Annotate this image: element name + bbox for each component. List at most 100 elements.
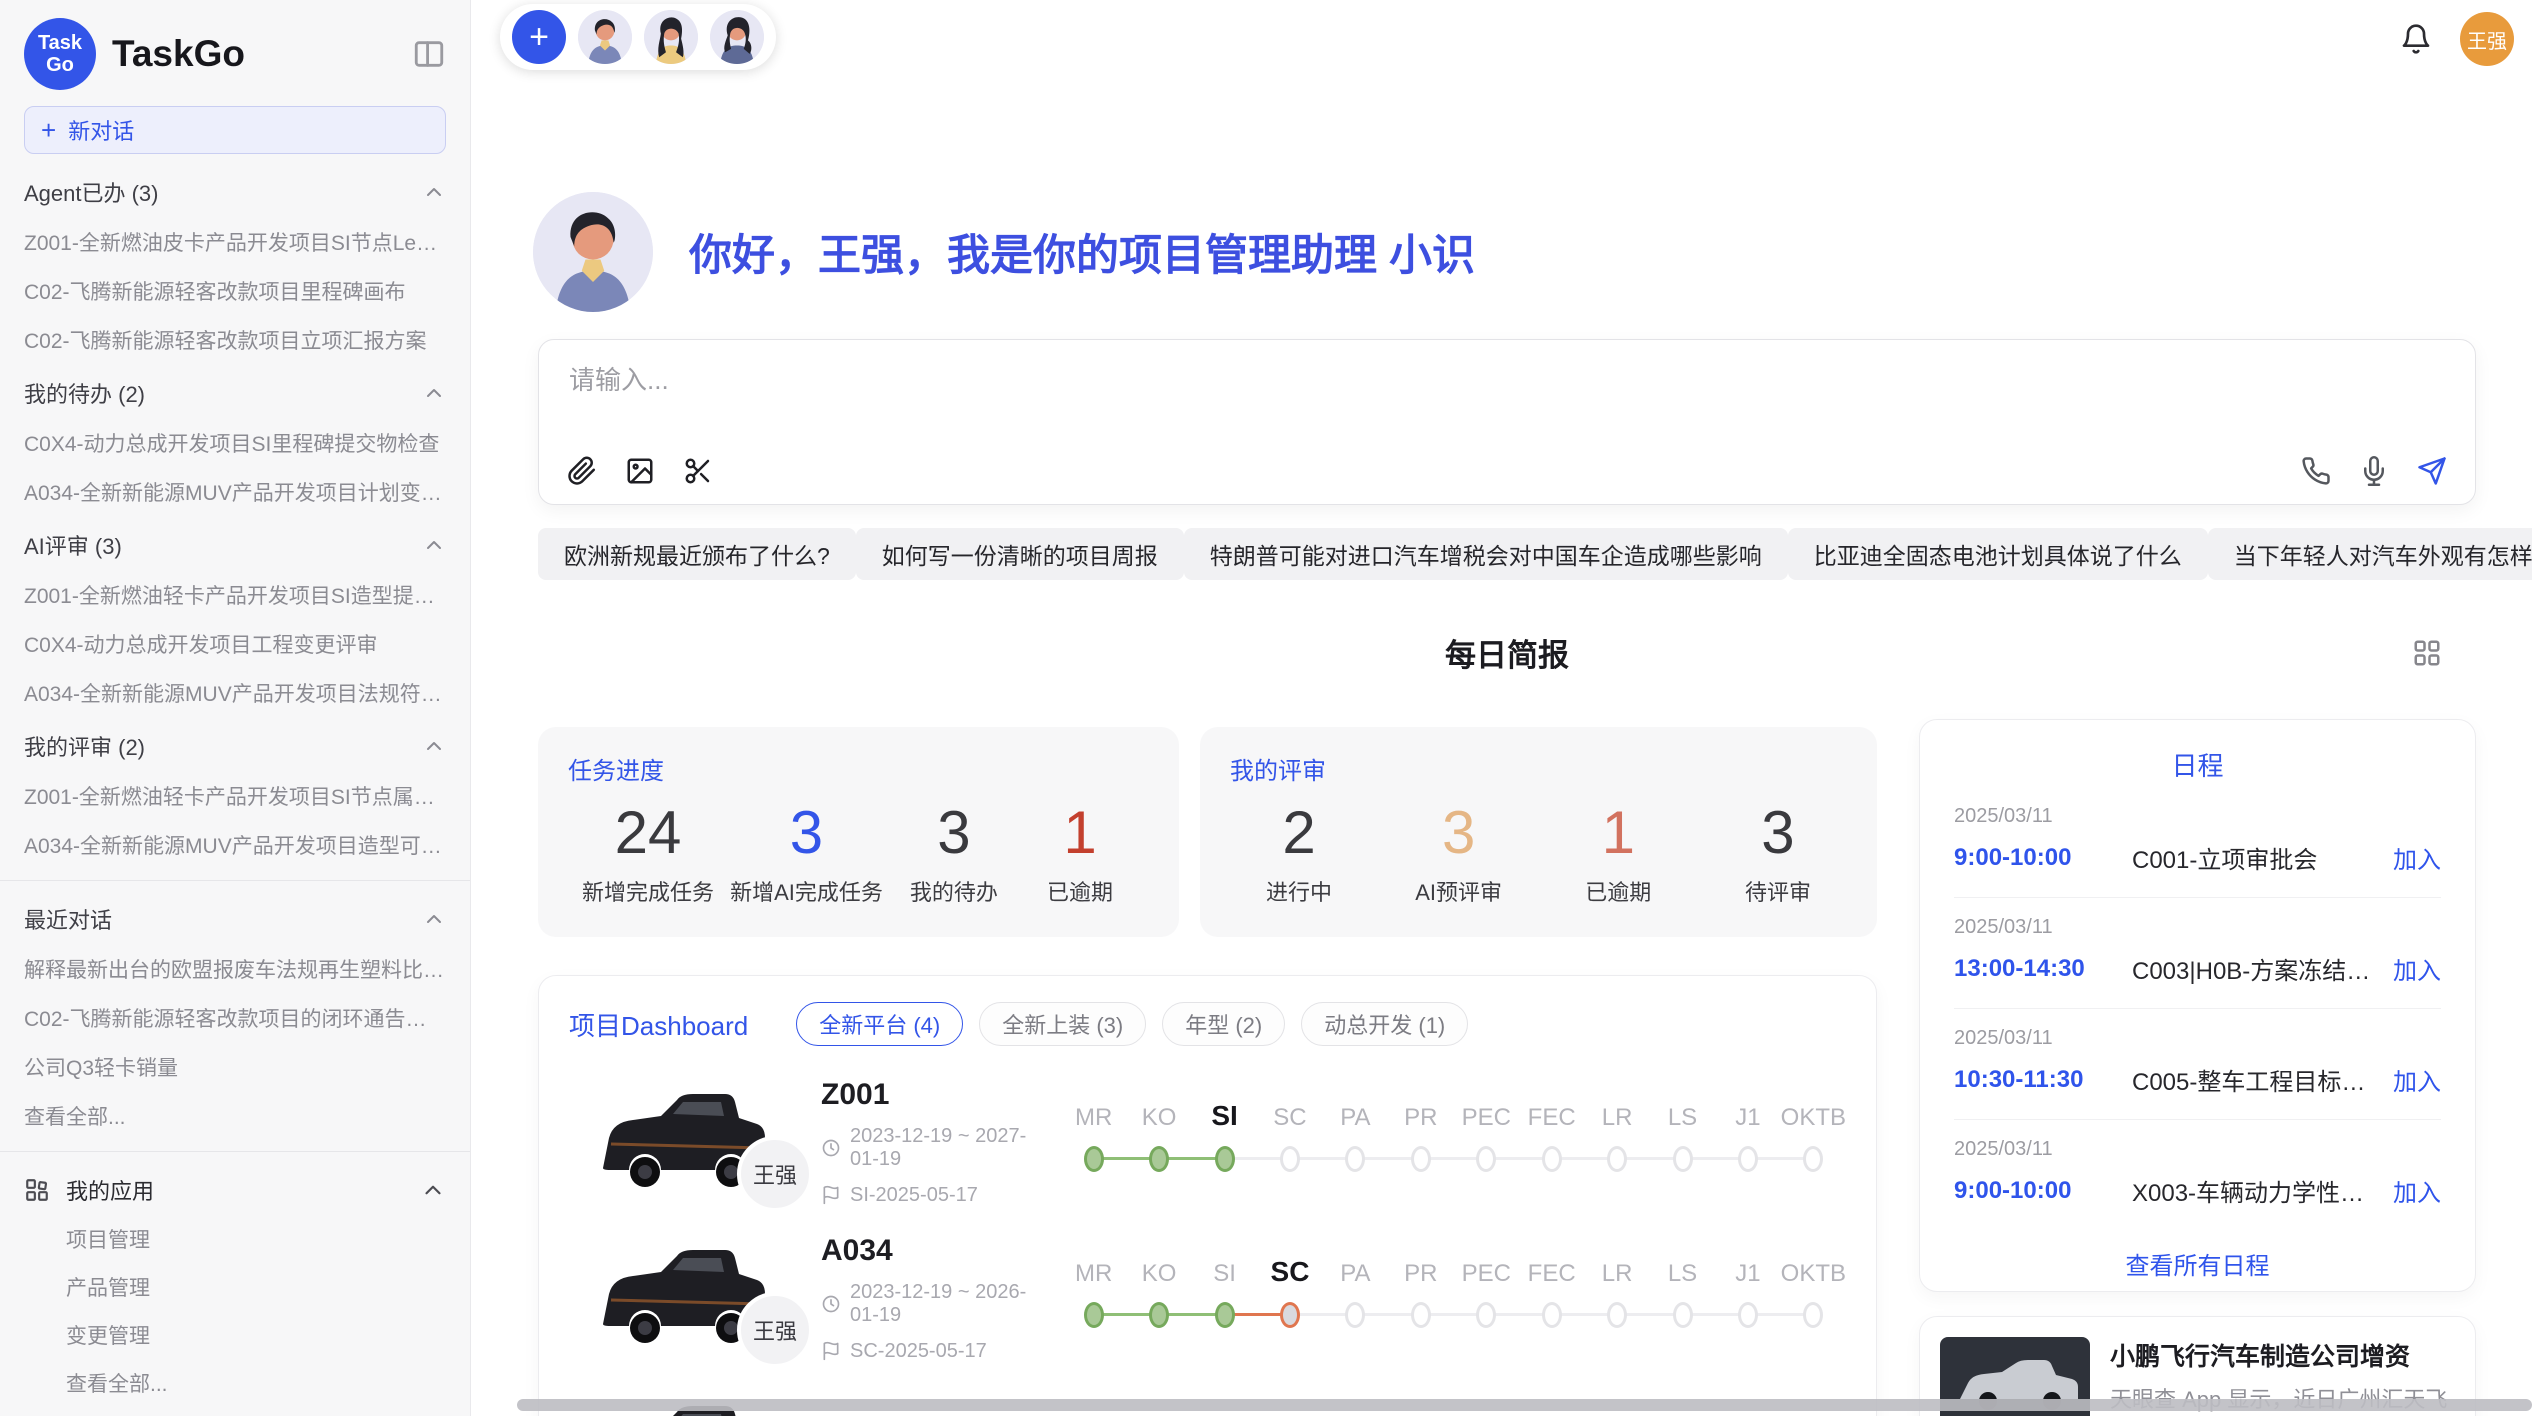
milestone-dot — [1345, 1146, 1365, 1172]
sidebar-item-project-management[interactable]: 项目管理 — [66, 1224, 446, 1254]
sidebar-item-change-management[interactable]: 变更管理 — [66, 1320, 446, 1350]
task-progress-stats: 24 新增完成任务 3 新增AI完成任务 3 我的待办 1 已逾期 — [568, 798, 1149, 907]
schedule-panel: 日程 2025/03/11 9:00-10:00 C001-立项审批会 加入 2… — [1919, 719, 2476, 1292]
suggestion-chip[interactable]: 如何写一份清晰的项目周报 — [856, 528, 1184, 580]
sidebar-list-item[interactable]: C02-飞腾新能源轻客改款项目里程碑画布 — [24, 276, 446, 306]
chevron-up-icon[interactable] — [422, 907, 446, 931]
avatar-illustration — [533, 192, 653, 312]
sidebar-list-item[interactable]: Z001-全新燃油轻卡产品开发项目SI造型提交物评审 — [24, 580, 446, 610]
dashboard-filter-chip[interactable]: 全新平台 (4) — [796, 1002, 963, 1046]
bell-icon[interactable] — [2400, 23, 2432, 55]
sidebar-list-item[interactable]: C0X4-动力总成开发项目SI里程碑提交物检查 — [24, 428, 446, 458]
schedule-time: 9:00-10:00 — [1954, 1177, 2122, 1205]
milestone-dot — [1542, 1302, 1562, 1328]
project-rows: 王强 Z001 2023-12-19 ~ 2027-01-19 SI-2025-… — [569, 1082, 1846, 1358]
milestone-label: PR — [1404, 1248, 1437, 1288]
schedule-join-link[interactable]: 加入 — [2393, 1173, 2441, 1208]
task-progress-title: 任务进度 — [568, 751, 1149, 786]
project-row[interactable]: 王强 Z001 2023-12-19 ~ 2027-01-19 SI-2025-… — [569, 1082, 1846, 1202]
sidebar-list-item[interactable]: Z001-全新燃油轻卡产品开发项目SI节点属性5D文件评审 — [24, 781, 446, 811]
stat-item: 1 已逾期 — [1025, 798, 1135, 907]
sidebar-list-item[interactable]: 公司Q3轻卡销量 — [24, 1052, 446, 1082]
phone-icon[interactable] — [2301, 456, 2331, 486]
dashboard-filter-chip[interactable]: 动总开发 (1) — [1301, 1002, 1468, 1046]
chevron-up-icon[interactable] — [422, 180, 446, 204]
milestone: KO — [1126, 1092, 1191, 1192]
milestone: PEC — [1454, 1248, 1519, 1348]
sidebar-list-item[interactable]: C02-飞腾新能源轻客改款项目立项汇报方案 — [24, 325, 446, 355]
divider — [0, 1151, 470, 1152]
sidebar-section-header[interactable]: AI评审 (3) — [24, 529, 446, 561]
milestone-dot — [1411, 1146, 1431, 1172]
schedule-join-link[interactable]: 加入 — [2393, 840, 2441, 875]
milestone-label: OKTB — [1781, 1248, 1846, 1288]
assistant-avatar-1[interactable] — [578, 10, 632, 64]
chevron-up-icon[interactable] — [420, 1177, 446, 1203]
schedule-join-link[interactable]: 加入 — [2393, 951, 2441, 986]
suggestion-chip[interactable]: 特朗普可能对进口汽车增税会对中国车企造成哪些影响 — [1184, 528, 1788, 580]
sidebar-list-item[interactable]: A034-全新新能源MUV产品开发项目造型可行性评审 — [24, 830, 446, 860]
milestone-dot — [1149, 1146, 1169, 1172]
sidebar-collapse-icon[interactable] — [412, 37, 446, 71]
send-icon[interactable] — [2417, 456, 2447, 486]
chevron-up-icon[interactable] — [422, 734, 446, 758]
flag-icon — [821, 1185, 841, 1205]
chat-input[interactable] — [567, 364, 2071, 397]
paperclip-icon[interactable] — [567, 456, 597, 486]
sidebar-section-header[interactable]: 最近对话 — [24, 903, 446, 935]
sidebar-list-item[interactable]: 解释最新出台的欧盟报废车法规再生塑料比例被调至15%... — [24, 954, 446, 984]
sidebar-recent-chats: 最近对话 解释最新出台的欧盟报废车法规再生塑料比例被调至15%... C02-飞腾… — [24, 903, 446, 1131]
dashboard-filter-chip[interactable]: 年型 (2) — [1162, 1002, 1285, 1046]
suggestion-chip[interactable]: 比亚迪全固态电池计划具体说了什么 — [1788, 528, 2208, 580]
add-assistant-button[interactable]: + — [512, 10, 566, 64]
milestone: SC — [1257, 1248, 1322, 1348]
milestone-dot — [1411, 1302, 1431, 1328]
user-avatar[interactable]: 王强 — [2460, 12, 2514, 66]
sidebar-list-item[interactable]: A034-全新新能源MUV产品开发项目计划变更表编写 — [24, 477, 446, 507]
milestone: PR — [1388, 1092, 1453, 1192]
milestone-label: PA — [1340, 1092, 1370, 1132]
sidebar-list-item[interactable]: C0X4-动力总成开发项目工程变更评审 — [24, 629, 446, 659]
milestone: LS — [1650, 1092, 1715, 1192]
project-flag-date: SI-2025-05-17 — [850, 1184, 978, 1207]
stat-label: AI预评审 — [1404, 875, 1514, 907]
chevron-up-icon[interactable] — [422, 533, 446, 557]
milestone-label: SI — [1213, 1248, 1236, 1288]
milestone-dot — [1345, 1302, 1365, 1328]
chevron-up-icon[interactable] — [422, 381, 446, 405]
taskgo-logo: Task Go — [24, 18, 96, 90]
sidebar-list-item[interactable]: 查看全部... — [24, 1101, 446, 1131]
sidebar-section-header[interactable]: Agent已办 (3) — [24, 176, 446, 208]
sidebar: Task Go TaskGo + 新对话 Agent已办 (3) Z001-全新… — [0, 0, 471, 1416]
project-owner-badge: 王强 — [737, 1136, 813, 1212]
milestone-dot — [1738, 1302, 1758, 1328]
microphone-icon[interactable] — [2359, 456, 2389, 486]
project-row[interactable]: 王强 A034 2023-12-19 ~ 2026-01-19 SC-2025-… — [569, 1238, 1846, 1358]
sidebar-item-view-all-apps[interactable]: 查看全部... — [66, 1368, 446, 1398]
sidebar-list-item[interactable]: C02-飞腾新能源轻客改款项目的闭环通告反馈情况 — [24, 1003, 446, 1033]
sidebar-item-product-management[interactable]: 产品管理 — [66, 1272, 446, 1302]
horizontal-scrollbar[interactable] — [517, 1399, 2532, 1411]
layout-grid-icon[interactable] — [2412, 638, 2442, 668]
suggestion-chip[interactable]: 当下年轻人对汽车外观有怎样的喜好趋势 — [2208, 528, 2532, 580]
sidebar-section-header[interactable]: 我的待办 (2) — [24, 377, 446, 409]
schedule-join-link[interactable]: 加入 — [2393, 1062, 2441, 1097]
view-all-schedule-link[interactable]: 查看所有日程 — [1954, 1230, 2441, 1303]
milestone-dot — [1280, 1146, 1300, 1172]
sidebar-list-item[interactable]: Z001-全新燃油皮卡产品开发项目SI节点Lesson Learn报告 — [24, 227, 446, 257]
new-chat-button[interactable]: + 新对话 — [24, 106, 446, 154]
assistant-avatar-3[interactable] — [710, 10, 764, 64]
suggestion-chip[interactable]: 欧洲新规最近颁布了什么? — [538, 528, 856, 580]
milestone: LR — [1584, 1248, 1649, 1348]
milestone-label: LR — [1602, 1092, 1633, 1132]
dashboard-filter-chip[interactable]: 全新上装 (3) — [979, 1002, 1146, 1046]
schedule-date: 2025/03/11 — [1954, 1027, 2441, 1050]
assistant-avatar-2[interactable] — [644, 10, 698, 64]
sidebar-list-item[interactable]: A034-全新新能源MUV产品开发项目法规符合性评审 — [24, 678, 446, 708]
scissors-icon[interactable] — [683, 456, 713, 486]
stat-value: 2 — [1244, 798, 1354, 867]
image-icon[interactable] — [625, 456, 655, 486]
sidebar-section-header[interactable]: 我的评审 (2) — [24, 730, 446, 762]
sidebar-item-my-apps[interactable]: 我的应用 — [24, 1174, 446, 1206]
sidebar-section: 我的评审 (2) Z001-全新燃油轻卡产品开发项目SI节点属性5D文件评审 A0… — [24, 730, 446, 860]
